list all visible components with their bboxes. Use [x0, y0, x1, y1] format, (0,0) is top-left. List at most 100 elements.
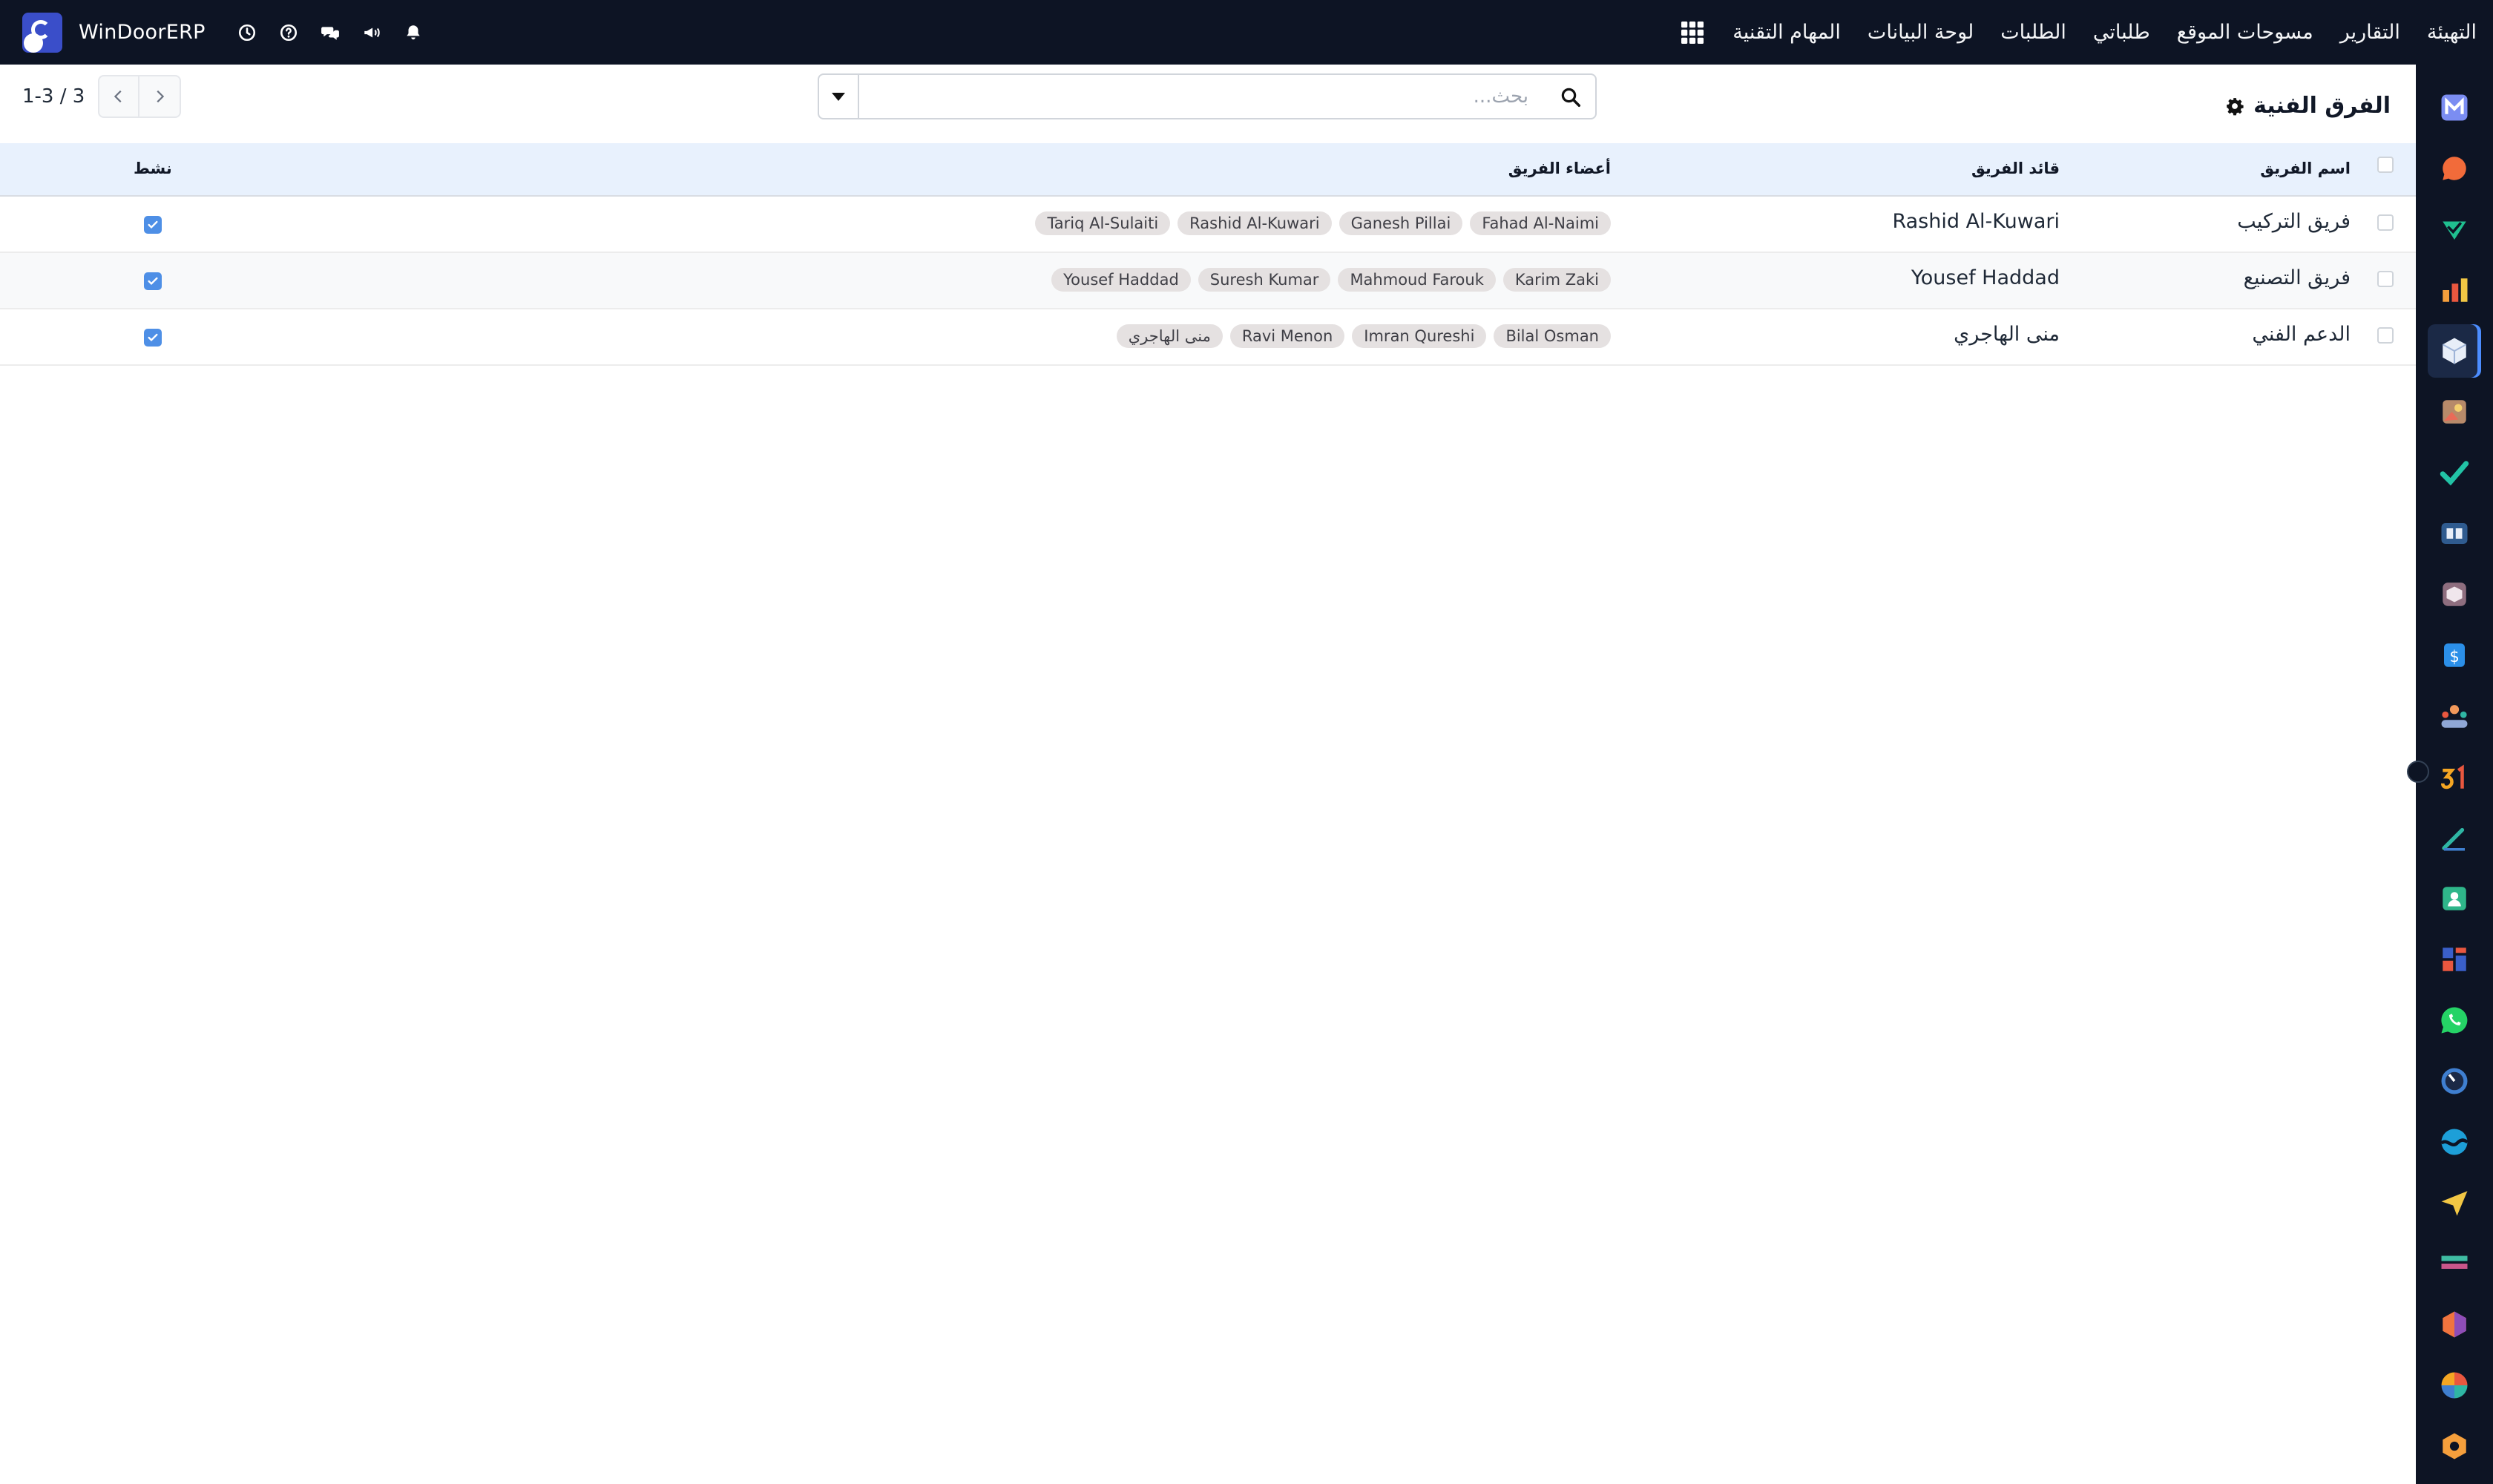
sidebar-item-pinwheel[interactable]	[2428, 1359, 2481, 1412]
checkmark-icon	[148, 220, 158, 229]
menu-reports[interactable]: التقارير	[2340, 21, 2400, 44]
sidebar-item-whatsapp[interactable]	[2428, 994, 2481, 1047]
pager-previous-button[interactable]	[98, 75, 140, 118]
menu-my-orders[interactable]: طلباتي	[2093, 21, 2150, 44]
contacts-icon	[2443, 887, 2466, 910]
sidebar-item-wave[interactable]	[2428, 1115, 2481, 1169]
discuss-icon[interactable]	[309, 0, 351, 65]
select-all-checkbox[interactable]	[2377, 157, 2394, 173]
team-members: Bilal Osman Imran Qureshi Ravi Menon منى…	[1109, 324, 1611, 348]
row-checkbox[interactable]	[2377, 327, 2394, 344]
menu-dashboard[interactable]: لوحة البيانات	[1868, 21, 1974, 44]
sidebar-item-employees[interactable]	[2428, 689, 2481, 743]
gallery-icon	[2443, 400, 2466, 424]
member-tag: Imran Qureshi	[1352, 324, 1487, 348]
package-icon	[2443, 582, 2466, 606]
checkmark-icon	[148, 277, 158, 285]
sidebar-item-gallery[interactable]	[2428, 385, 2481, 439]
sidebar-item-pie[interactable]	[2428, 203, 2481, 256]
bell-icon[interactable]	[392, 0, 434, 65]
row-checkbox[interactable]	[2377, 271, 2394, 287]
team-name: فريق التصنيع	[2243, 266, 2351, 289]
sidebar-item-discuss[interactable]	[2428, 142, 2481, 195]
member-tag: منى الهاجري	[1116, 324, 1223, 348]
member-tag: Tariq Al-Sulaiti	[1035, 211, 1171, 235]
table-row[interactable]: فريق التصنيع Yousef Haddad Karim Zaki Ma…	[0, 253, 2416, 309]
sidebar-item-sign[interactable]	[2428, 811, 2481, 864]
sidebar-item-mail[interactable]	[2428, 81, 2481, 134]
mail-m-icon	[2441, 94, 2468, 121]
column-header-active[interactable]: نشط	[134, 160, 172, 177]
row-checkbox[interactable]	[2377, 214, 2394, 231]
menu-site-surveys[interactable]: مسوحات الموقع	[2177, 21, 2313, 44]
menu-configuration[interactable]: التهيئة	[2427, 21, 2477, 44]
member-tag: Mahmoud Farouk	[1338, 268, 1496, 292]
sidebar-item-teams[interactable]	[2428, 324, 2481, 378]
active-checkbox[interactable]	[144, 272, 162, 290]
sidebar-item-timesheets[interactable]	[2428, 1054, 2481, 1108]
clock-icon	[2441, 1068, 2468, 1094]
member-tag: Yousef Haddad	[1051, 268, 1191, 292]
pager-value[interactable]: 1-3 / 3	[22, 85, 85, 108]
dashboard-icon	[2443, 948, 2466, 971]
page-title[interactable]: الفرق الفنية	[2253, 93, 2391, 119]
sidebar-item-inventory[interactable]	[2428, 568, 2481, 621]
search-icon[interactable]	[1560, 86, 1582, 108]
sidebar-item-calendar[interactable]	[2428, 750, 2481, 804]
sidebar-item-dashboards[interactable]	[2428, 933, 2481, 986]
sidebar-item-contacts[interactable]	[2428, 872, 2481, 925]
sidebar-item-send[interactable]	[2428, 1176, 2481, 1229]
sidebar-collapse-toggle[interactable]	[2407, 761, 2429, 783]
sidebar-item-reports[interactable]	[2428, 263, 2481, 317]
top-navbar: WinDoorERP المهام التقنية لوحة البيانات …	[0, 0, 2493, 65]
svg-text:$: $	[2449, 648, 2459, 666]
sidebar-item-tasks[interactable]	[2428, 446, 2481, 499]
breadcrumb: الفرق الفنية	[2213, 93, 2391, 119]
company-logo-icon[interactable]	[22, 12, 62, 53]
team-members: Karim Zaki Mahmoud Farouk Suresh Kumar Y…	[1044, 268, 1611, 292]
pie-check-icon	[2443, 221, 2466, 240]
send-icon	[2441, 1191, 2468, 1216]
whatsapp-icon	[2441, 1007, 2468, 1034]
column-header-members[interactable]: أعضاء الفريق	[1508, 160, 1611, 177]
chat-bubble-icon	[2443, 157, 2466, 180]
table-header: اسم الفريق قائد الفريق أعضاء الفريق نشط	[0, 143, 2416, 197]
sidebar-item-invoicing[interactable]: $	[2428, 628, 2481, 682]
sidebar-item-layers[interactable]	[2428, 1237, 2481, 1290]
bar-chart-icon	[2443, 278, 2468, 302]
pinwheel-icon	[2441, 1372, 2468, 1399]
pen-icon	[2442, 827, 2465, 851]
search-options-toggle[interactable]	[819, 75, 859, 118]
calendar-31-icon	[2440, 764, 2464, 789]
chevron-right-icon	[157, 90, 165, 103]
column-header-name[interactable]: اسم الفريق	[2260, 160, 2351, 177]
sidebar-item-hexagon[interactable]	[2428, 1298, 2481, 1351]
active-checkbox[interactable]	[144, 216, 162, 234]
megaphone-icon[interactable]	[351, 0, 392, 65]
column-header-leader[interactable]: قائد الفريق	[1971, 160, 2060, 177]
team-icon	[2441, 705, 2468, 728]
menu-technical-tasks[interactable]: المهام التقنية	[1732, 21, 1841, 44]
menu-orders[interactable]: الطلبات	[2000, 21, 2066, 44]
wave-icon	[2440, 1129, 2469, 1155]
team-leader: منى الهاجري	[1954, 323, 2060, 346]
apps-grid-icon[interactable]	[1679, 19, 1706, 46]
active-checkbox[interactable]	[144, 329, 162, 347]
search-bar	[818, 73, 1597, 119]
sidebar-item-box[interactable]	[2428, 1419, 2481, 1473]
table-row[interactable]: الدعم الفني منى الهاجري Bilal Osman Imra…	[0, 309, 2416, 366]
team-leader: Rashid Al-Kuwari	[1892, 210, 2060, 233]
chevron-left-icon	[114, 90, 122, 103]
app-name[interactable]: WinDoorERP	[79, 21, 206, 44]
pager-next-button[interactable]	[139, 75, 182, 118]
gear-icon[interactable]	[2225, 96, 2244, 116]
caret-down-icon	[832, 92, 845, 101]
sidebar-item-knowledge[interactable]	[2428, 507, 2481, 560]
search-input[interactable]	[861, 78, 1536, 115]
app-sidebar: $	[2407, 65, 2493, 1484]
clock-icon[interactable]	[226, 0, 268, 65]
member-tag: Fahad Al-Naimi	[1470, 211, 1611, 235]
member-tag: Bilal Osman	[1494, 324, 1611, 348]
help-icon[interactable]	[268, 0, 309, 65]
table-row[interactable]: فريق التركيب Rashid Al-Kuwari Fahad Al-N…	[0, 197, 2416, 253]
